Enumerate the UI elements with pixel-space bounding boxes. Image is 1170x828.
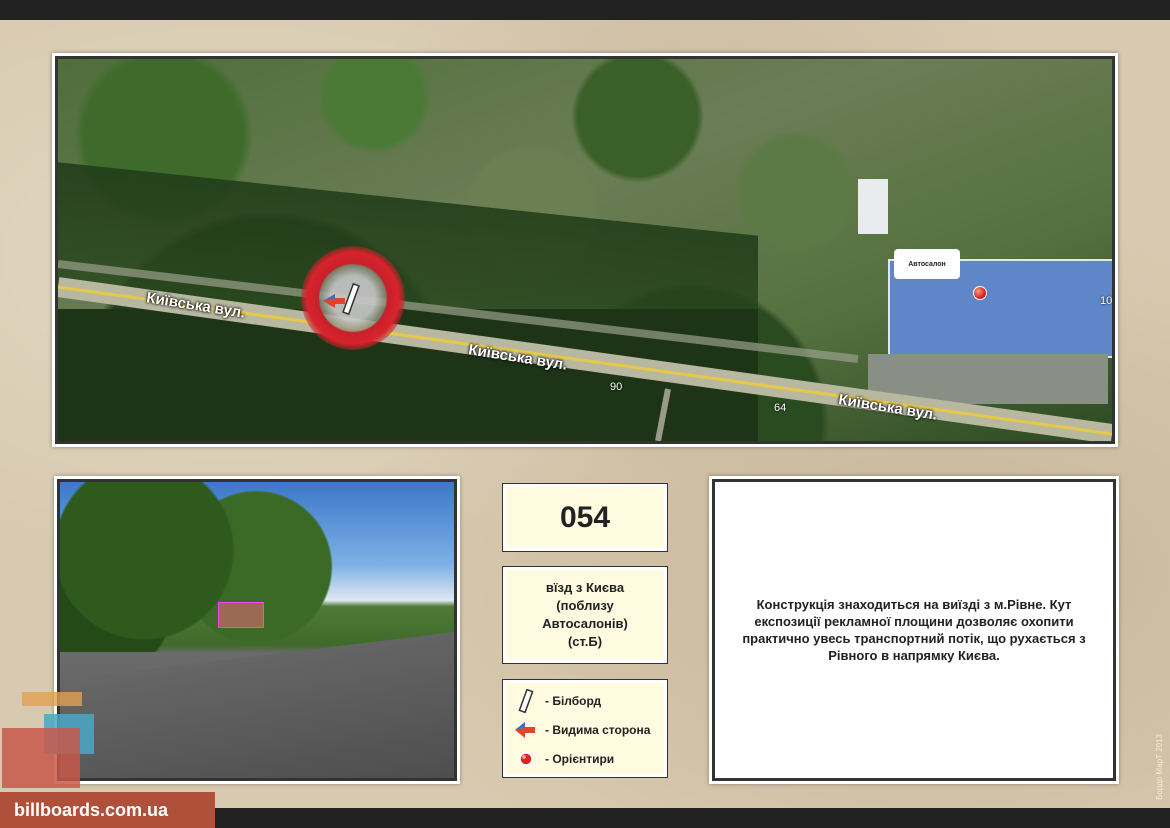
street-photo[interactable]	[54, 476, 460, 784]
map-number-label: 90	[610, 381, 623, 393]
legend-label: - Білборд	[545, 693, 602, 708]
map-number-label: 10	[1100, 295, 1113, 307]
legend-item: - Білборд	[513, 686, 657, 715]
description-panel: Конструкція знаходиться на виїзді з м.Рі…	[709, 476, 1119, 784]
address-line: вїзд з Києва	[545, 580, 625, 595]
description-text: Конструкція знаходиться на виїзді з м.Рі…	[715, 482, 1113, 778]
billboard-location-marker[interactable]	[301, 246, 405, 350]
legend-label: - Орієнтири	[545, 751, 615, 766]
board-code: 054	[502, 483, 668, 552]
address-line: Автосалонів)	[542, 616, 628, 631]
address-line: (ст.Б)	[567, 634, 603, 649]
visible-side-arrow-icon	[513, 721, 539, 738]
billboard-highlight	[218, 602, 264, 628]
legend-item: - Видима сторона	[513, 715, 657, 744]
landmark-callout: Автосалон	[894, 249, 960, 279]
credit-text: Бордо МарТ 2013	[1155, 734, 1164, 800]
photo-trees	[60, 482, 340, 652]
legend-item: - Орієнтири	[513, 744, 657, 773]
legend: - Білборд - Видима сторона - Орієнтири	[502, 679, 668, 778]
site-watermark[interactable]: billboards.com.ua	[0, 792, 215, 828]
map-number-label: 64	[774, 402, 787, 414]
address-line: (поблизу	[556, 598, 614, 613]
billboard-icon	[323, 282, 360, 316]
landmark-dot-icon	[513, 751, 539, 767]
billboard-icon	[513, 688, 539, 713]
legend-label: - Видима сторона	[545, 722, 651, 737]
board-address: вїзд з Києва (поблизу Автосалонів) (ст.Б…	[502, 566, 668, 664]
landmark-dot-icon[interactable]	[973, 286, 987, 300]
site-logo	[2, 692, 94, 788]
satellite-map[interactable]: Київська вул. Київська вул. Київська вул…	[52, 53, 1118, 447]
